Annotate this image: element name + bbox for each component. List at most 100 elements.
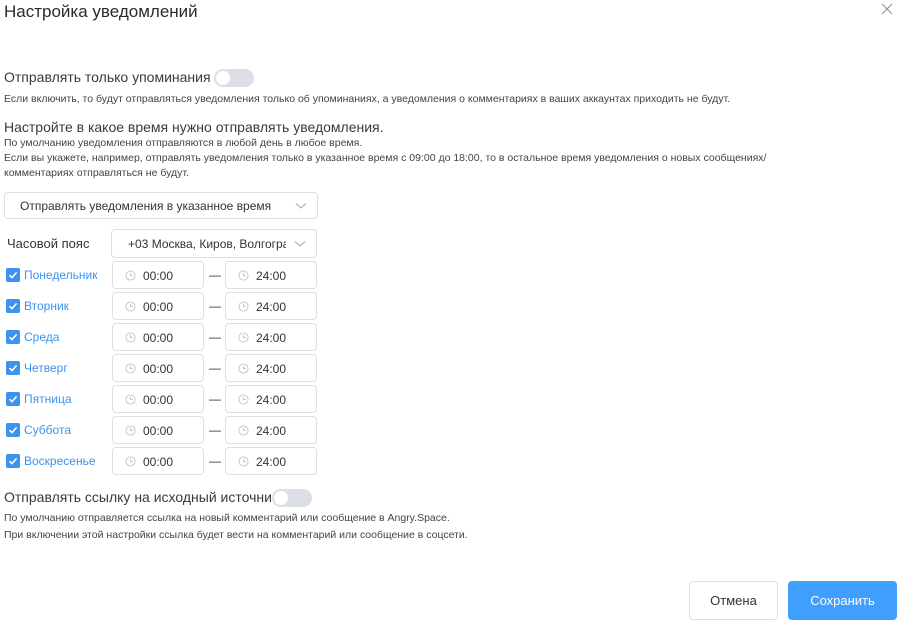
day-name[interactable]: Суббота xyxy=(24,423,71,437)
time-to-value: 24:00 xyxy=(256,331,287,345)
check-icon xyxy=(8,302,18,310)
range-separator: — xyxy=(209,392,221,406)
clock-icon xyxy=(238,363,249,374)
notification-settings-dialog: Настройка уведомлений Отправлять только … xyxy=(0,0,900,622)
clock-icon xyxy=(238,301,249,312)
day-checkbox[interactable] xyxy=(6,454,20,468)
range-separator: — xyxy=(209,361,221,375)
check-icon xyxy=(8,364,18,372)
time-to-value: 24:00 xyxy=(256,424,287,438)
time-to-input[interactable]: 24:00 xyxy=(225,447,317,475)
day-name[interactable]: Среда xyxy=(24,330,59,344)
range-separator: — xyxy=(209,454,221,468)
chevron-down-icon xyxy=(295,202,307,209)
time-to-input[interactable]: 24:00 xyxy=(225,385,317,413)
mentions-only-toggle[interactable] xyxy=(214,69,254,87)
clock-icon xyxy=(125,301,136,312)
day-row: Понедельник 00:00 — 24:00 xyxy=(0,261,330,289)
time-from-input[interactable]: 00:00 xyxy=(112,385,204,413)
source-link-hint-enabled: При включении этой настройки ссылка буде… xyxy=(4,529,468,541)
time-from-input[interactable]: 00:00 xyxy=(112,323,204,351)
clock-icon xyxy=(238,425,249,436)
day-checkbox[interactable] xyxy=(6,392,20,406)
schedule-hint-example-cont: комментариях отправляться не будут. xyxy=(4,167,189,179)
range-separator: — xyxy=(209,268,221,282)
time-from-value: 00:00 xyxy=(143,300,174,314)
time-from-value: 00:00 xyxy=(143,269,174,283)
range-separator: — xyxy=(209,330,221,344)
time-from-input[interactable]: 00:00 xyxy=(112,261,204,289)
clock-icon xyxy=(125,394,136,405)
schedule-hint-default: По умолчанию уведомления отправляются в … xyxy=(4,137,363,149)
clock-icon xyxy=(125,363,136,374)
clock-icon xyxy=(238,270,249,281)
clock-icon xyxy=(125,425,136,436)
close-button[interactable] xyxy=(878,0,896,18)
check-icon xyxy=(8,426,18,434)
mentions-only-hint: Если включить, то будут отправляться уве… xyxy=(4,93,731,105)
save-button[interactable]: Сохранить xyxy=(788,581,897,620)
time-from-value: 00:00 xyxy=(143,331,174,345)
time-to-input[interactable]: 24:00 xyxy=(225,323,317,351)
range-separator: — xyxy=(209,299,221,313)
time-to-value: 24:00 xyxy=(256,393,287,407)
clock-icon xyxy=(125,332,136,343)
close-icon xyxy=(881,3,893,15)
source-link-toggle[interactable] xyxy=(272,489,312,507)
chevron-down-icon xyxy=(294,240,306,247)
toggle-knob xyxy=(274,491,288,505)
day-name[interactable]: Понедельник xyxy=(24,268,97,282)
day-name[interactable]: Вторник xyxy=(24,299,69,313)
mentions-only-label: Отправлять только упоминания xyxy=(4,69,211,85)
schedule-heading: Настройте в какое время нужно отправлять… xyxy=(4,119,384,135)
time-from-input[interactable]: 00:00 xyxy=(112,292,204,320)
time-to-value: 24:00 xyxy=(256,455,287,469)
day-checkbox[interactable] xyxy=(6,330,20,344)
source-link-label: Отправлять ссылку на исходный источник xyxy=(4,489,279,505)
day-row: Четверг 00:00 — 24:00 xyxy=(0,354,330,382)
time-from-value: 00:00 xyxy=(143,424,174,438)
schedule-mode-select[interactable]: Отправлять уведомления в указанное время xyxy=(4,192,318,219)
day-name[interactable]: Пятница xyxy=(24,392,72,406)
day-row: Воскресенье 00:00 — 24:00 xyxy=(0,447,330,475)
check-icon xyxy=(8,457,18,465)
time-from-value: 00:00 xyxy=(143,455,174,469)
clock-icon xyxy=(238,456,249,467)
time-to-value: 24:00 xyxy=(256,269,287,283)
time-from-value: 00:00 xyxy=(143,393,174,407)
dialog-title: Настройка уведомлений xyxy=(4,2,198,21)
schedule-hint-example: Если вы укажете, например, отправлять ув… xyxy=(4,152,767,164)
time-from-input[interactable]: 00:00 xyxy=(112,447,204,475)
day-row: Среда 00:00 — 24:00 xyxy=(0,323,330,351)
clock-icon xyxy=(238,332,249,343)
time-from-input[interactable]: 00:00 xyxy=(112,354,204,382)
time-to-value: 24:00 xyxy=(256,300,287,314)
day-checkbox[interactable] xyxy=(6,299,20,313)
toggle-knob xyxy=(216,71,230,85)
day-row: Вторник 00:00 — 24:00 xyxy=(0,292,330,320)
range-separator: — xyxy=(209,423,221,437)
time-to-input[interactable]: 24:00 xyxy=(225,416,317,444)
time-to-input[interactable]: 24:00 xyxy=(225,292,317,320)
day-checkbox[interactable] xyxy=(6,268,20,282)
source-link-hint-default: По умолчанию отправляется ссылка на новы… xyxy=(4,512,450,524)
time-from-input[interactable]: 00:00 xyxy=(112,416,204,444)
day-row: Пятница 00:00 — 24:00 xyxy=(0,385,330,413)
day-checkbox[interactable] xyxy=(6,361,20,375)
timezone-value: +03 Москва, Киров, Волгоград xyxy=(128,236,286,251)
cancel-button[interactable]: Отмена xyxy=(689,581,778,620)
time-from-value: 00:00 xyxy=(143,362,174,376)
clock-icon xyxy=(238,394,249,405)
day-name[interactable]: Четверг xyxy=(24,361,68,375)
day-row: Суббота 00:00 — 24:00 xyxy=(0,416,330,444)
day-name[interactable]: Воскресенье xyxy=(24,454,96,468)
time-to-value: 24:00 xyxy=(256,362,287,376)
timezone-select[interactable]: +03 Москва, Киров, Волгоград xyxy=(111,229,317,258)
check-icon xyxy=(8,271,18,279)
time-to-input[interactable]: 24:00 xyxy=(225,261,317,289)
day-checkbox[interactable] xyxy=(6,423,20,437)
clock-icon xyxy=(125,270,136,281)
time-to-input[interactable]: 24:00 xyxy=(225,354,317,382)
check-icon xyxy=(8,395,18,403)
timezone-label: Часовой пояс xyxy=(7,236,90,251)
